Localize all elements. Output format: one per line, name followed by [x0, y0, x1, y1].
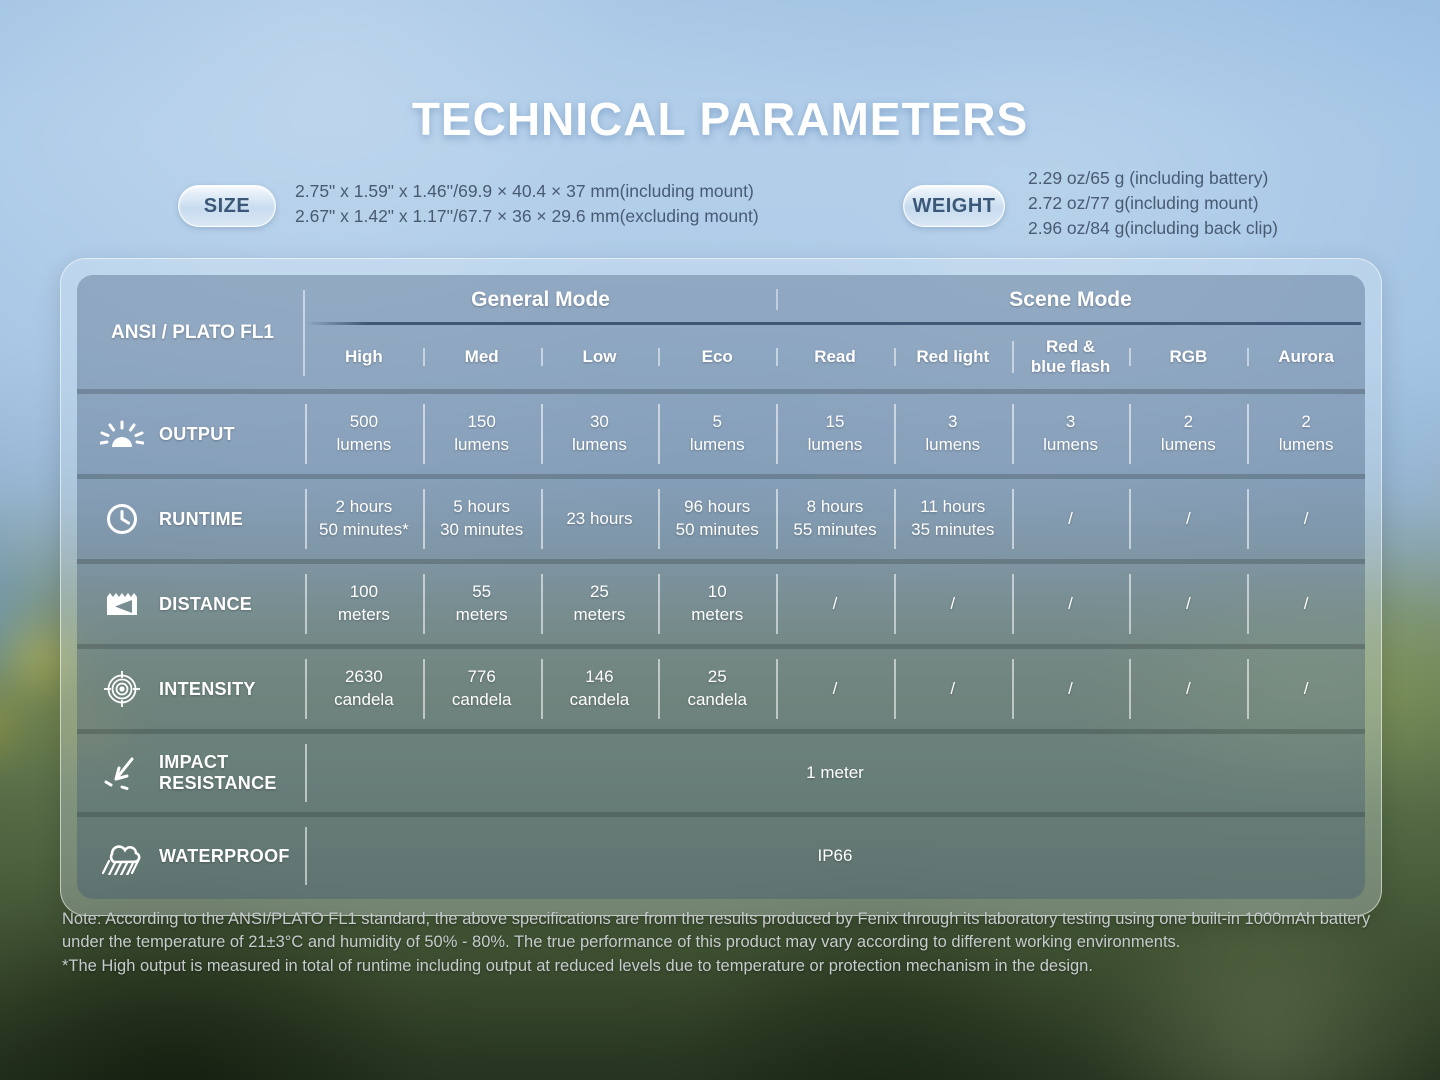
table-row-output: OUTPUT 500 lumens 150 lumens 30 lumens 5… [77, 389, 1365, 474]
table-cell: 10 meters [658, 564, 776, 644]
weight-pill-label: WEIGHT [913, 195, 996, 218]
table-cell: / [1129, 479, 1247, 559]
table-cell: 55 meters [423, 564, 541, 644]
table-cell: 3 lumens [1012, 394, 1130, 474]
table-cell: / [894, 649, 1012, 729]
table-cell: / [1012, 564, 1130, 644]
clock-icon [99, 502, 145, 536]
table-cell: / [1129, 649, 1247, 729]
table-cell: 30 lumens [541, 394, 659, 474]
table-cell: / [1012, 479, 1130, 559]
table-cell: 776 candela [423, 649, 541, 729]
table-cell: / [1247, 479, 1365, 559]
rain-icon [99, 838, 145, 875]
column-header-red-blue-flash: Red & blue flash [1012, 335, 1130, 380]
table-cell: 5 hours 30 minutes [423, 479, 541, 559]
corner-label: ANSI / PLATO FL1 [77, 277, 305, 389]
table-cell: / [776, 649, 894, 729]
table-cell-span: 1 meter [305, 734, 1365, 812]
row-label: WATERPROOF [159, 846, 290, 867]
table-cell: / [1247, 564, 1365, 644]
weight-specs: 2.29 oz/65 g (including battery) 2.72 oz… [1028, 166, 1278, 241]
table-cell: / [1129, 564, 1247, 644]
column-header-aurora: Aurora [1247, 345, 1365, 369]
spec-table: ANSI / PLATO FL1 General Mode Scene Mode… [77, 275, 1365, 899]
table-row-impact-resistance: IMPACT RESISTANCE 1 meter [77, 729, 1365, 812]
table-cell: / [1247, 649, 1365, 729]
weight-line: 2.29 oz/65 g (including battery) [1028, 166, 1278, 191]
table-cell: 150 lumens [423, 394, 541, 474]
table-cell: 2 lumens [1247, 394, 1365, 474]
table-cell: 2 hours 50 minutes* [305, 479, 423, 559]
size-line: 2.67" x 1.42" x 1.17''/67.7 × 36 × 29.6 … [295, 204, 759, 229]
technical-parameters-page: TECHNICAL PARAMETERS SIZE 2.75" x 1.59" … [0, 0, 1440, 1080]
group-general-mode: General Mode [305, 288, 776, 312]
weight-line: 2.96 oz/84 g(including back clip) [1028, 216, 1278, 241]
weight-pill: WEIGHT [903, 185, 1005, 227]
table-cell: 146 candela [541, 649, 659, 729]
table-cell: 500 lumens [305, 394, 423, 474]
table-row-distance: DISTANCE 100 meters 55 meters 25 meters … [77, 559, 1365, 644]
row-label: RUNTIME [159, 509, 243, 530]
table-header: ANSI / PLATO FL1 General Mode Scene Mode… [77, 277, 1365, 389]
beam-distance-icon [99, 588, 145, 620]
size-line: 2.75" x 1.59" x 1.46''/69.9 × 40.4 × 37 … [295, 179, 759, 204]
row-label: IMPACT RESISTANCE [159, 752, 277, 793]
weight-line: 2.72 oz/77 g(including mount) [1028, 191, 1278, 216]
table-row-intensity: INTENSITY 2630 candela 776 candela 146 c… [77, 644, 1365, 729]
table-cell-span: IP66 [305, 817, 1365, 895]
spec-table-panel: ANSI / PLATO FL1 General Mode Scene Mode… [60, 258, 1382, 916]
table-cell: 3 lumens [894, 394, 1012, 474]
table-cell: 2 lumens [1129, 394, 1247, 474]
column-header-med: Med [423, 345, 541, 369]
footnote: Note: According to the ANSI/PLATO FL1 st… [62, 908, 1380, 978]
column-header-read: Read [776, 345, 894, 369]
row-label: DISTANCE [159, 594, 252, 615]
table-cell: 23 hours [541, 479, 659, 559]
table-cell: 8 hours 55 minutes [776, 479, 894, 559]
column-header-low: Low [541, 345, 659, 369]
size-specs: 2.75" x 1.59" x 1.46''/69.9 × 40.4 × 37 … [295, 179, 759, 229]
table-cell: / [1012, 649, 1130, 729]
table-cell: 100 meters [305, 564, 423, 644]
footnote-line: Note: According to the ANSI/PLATO FL1 st… [62, 908, 1380, 955]
row-label: INTENSITY [159, 679, 256, 700]
table-cell: 2630 candela [305, 649, 423, 729]
table-cell: 11 hours 35 minutes [894, 479, 1012, 559]
column-header-eco: Eco [658, 345, 776, 369]
sun-icon [99, 419, 145, 449]
impact-icon [99, 755, 145, 791]
table-cell: / [894, 564, 1012, 644]
table-cell: / [776, 564, 894, 644]
footnote-line: *The High output is measured in total of… [62, 955, 1380, 978]
size-pill-label: SIZE [204, 195, 250, 218]
size-pill: SIZE [178, 185, 276, 227]
table-cell: 5 lumens [658, 394, 776, 474]
column-header-red-light: Red light [894, 345, 1012, 369]
table-cell: 15 lumens [776, 394, 894, 474]
table-cell: 96 hours 50 minutes [658, 479, 776, 559]
table-row-waterproof: WATERPROOF IP66 [77, 812, 1365, 895]
target-intensity-icon [99, 671, 145, 707]
page-title: TECHNICAL PARAMETERS [0, 92, 1440, 146]
row-label: OUTPUT [159, 424, 235, 445]
column-header-high: High [305, 345, 423, 369]
table-cell: 25 meters [541, 564, 659, 644]
table-row-runtime: RUNTIME 2 hours 50 minutes* 5 hours 30 m… [77, 474, 1365, 559]
column-header-rgb: RGB [1129, 345, 1247, 369]
group-scene-mode: Scene Mode [776, 288, 1365, 312]
table-cell: 25 candela [658, 649, 776, 729]
